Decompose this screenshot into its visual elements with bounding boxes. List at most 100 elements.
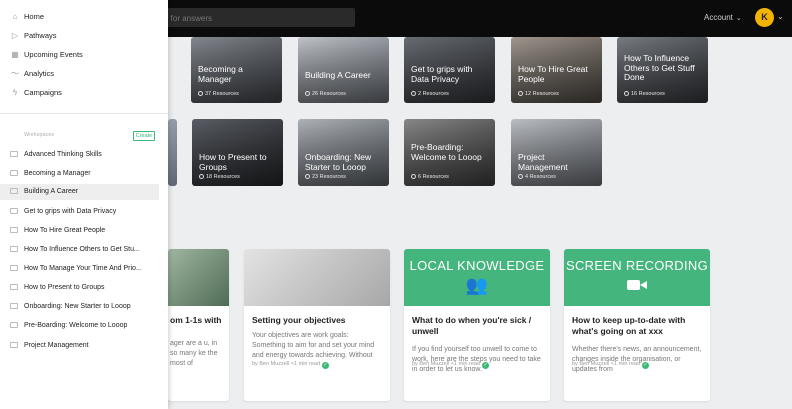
workspace-icon bbox=[10, 208, 18, 214]
article-card[interactable]: Setting your objectives Your objectives … bbox=[244, 249, 390, 401]
workspace-icon bbox=[10, 227, 18, 233]
workspace-icon bbox=[10, 265, 18, 271]
chevron-down-icon[interactable]: ⌄ bbox=[777, 12, 784, 21]
card-title: What to do when you're sick / unwell bbox=[412, 315, 532, 336]
search-input[interactable] bbox=[150, 9, 355, 28]
users-icon: 👥 bbox=[465, 275, 489, 295]
chevron-down-icon: ⌄ bbox=[735, 15, 742, 22]
resources-icon bbox=[305, 174, 310, 179]
workspace-tile[interactable]: How To Hire Great People 12 Resources bbox=[511, 37, 602, 103]
avatar[interactable]: K bbox=[755, 8, 774, 27]
card-body: Your objectives are work goals: Somethin… bbox=[252, 332, 375, 359]
check-icon: ✓ bbox=[642, 362, 650, 369]
video-camera-icon bbox=[627, 278, 647, 292]
workspace-tile-partial[interactable] bbox=[168, 119, 177, 186]
card-title: Setting your objectives bbox=[252, 315, 346, 325]
tile-title: Pre-Boarding: Welcome to Looop bbox=[411, 142, 482, 162]
account-label: Account bbox=[704, 13, 733, 22]
workspace-tile[interactable]: How to Present to Groups 18 Resources bbox=[192, 119, 283, 186]
check-icon: ✓ bbox=[322, 362, 330, 369]
workspace-tile[interactable]: Project Management 4 Resources bbox=[511, 119, 602, 186]
workspace-item-active[interactable]: Building A Career bbox=[0, 184, 159, 200]
article-card[interactable]: SCREEN RECORDING How to keep up-to-date … bbox=[564, 249, 710, 401]
card-byline: by Ben Muzzell <1 min read ✓ bbox=[572, 361, 650, 369]
nav-item-home[interactable]: ⌂ Home bbox=[10, 10, 44, 24]
tile-meta: 37 Resources bbox=[198, 91, 239, 97]
card-body: If you find yourself too unwell to come … bbox=[412, 346, 541, 373]
workspace-icon bbox=[10, 246, 18, 252]
card-title: How to keep up-to-date with what's going… bbox=[572, 315, 686, 336]
card-header-title: LOCAL KNOWLEDGE bbox=[409, 258, 545, 273]
tile-title: Building A Career bbox=[305, 70, 371, 80]
nav-item-campaigns[interactable]: ϟ Campaigns bbox=[10, 86, 62, 100]
check-icon: ✓ bbox=[482, 362, 490, 369]
nav-item-pathways[interactable]: ▷ Pathways bbox=[10, 29, 57, 43]
workspace-tile[interactable]: Becoming a Manager 37 Resources bbox=[191, 37, 282, 103]
tile-title: How To Hire Great People bbox=[518, 64, 588, 84]
card-image bbox=[244, 249, 390, 306]
workspace-item[interactable]: How To Hire Great People bbox=[0, 223, 159, 239]
calendar-icon: ▦ bbox=[11, 50, 19, 59]
workspace-item[interactable]: Becoming a Manager bbox=[0, 166, 159, 182]
resources-icon bbox=[305, 91, 310, 96]
card-header-title: SCREEN RECORDING bbox=[565, 258, 709, 273]
resources-icon bbox=[518, 174, 523, 179]
sidebar: ⌂ Home ▷ Pathways ▦ Upcoming Events 〜 Analyt… bbox=[0, 0, 168, 409]
workspace-tile[interactable]: Pre-Boarding: Welcome to Looop 6 Resourc… bbox=[404, 119, 495, 186]
workspace-item[interactable]: Advanced Thinking Skills bbox=[0, 147, 159, 163]
tile-meta: 16 Resources bbox=[624, 91, 665, 97]
resources-icon bbox=[411, 91, 416, 96]
tile-title: Get to grips with Data Privacy bbox=[411, 64, 473, 84]
play-icon: ▷ bbox=[11, 31, 19, 40]
tile-meta: 2 Resources bbox=[411, 91, 449, 97]
workspace-tile[interactable]: Onboarding: New Starter to Looop 23 Reso… bbox=[298, 119, 389, 186]
card-header: SCREEN RECORDING bbox=[564, 249, 710, 306]
workspace-icon bbox=[10, 342, 18, 348]
search-box[interactable] bbox=[150, 8, 355, 28]
tile-meta: 12 Resources bbox=[518, 91, 559, 97]
nav-item-upcoming-events[interactable]: ▦ Upcoming Events bbox=[10, 48, 83, 62]
tile-title: Onboarding: New Starter to Looop bbox=[305, 152, 372, 172]
lightning-icon: ϟ bbox=[12, 88, 18, 97]
create-workspace-button[interactable]: Create bbox=[133, 131, 155, 141]
workspace-tile[interactable]: How To Influence Others to Get Stuff Don… bbox=[617, 37, 708, 103]
workspace-icon bbox=[10, 151, 18, 157]
tile-title: Becoming a Manager bbox=[198, 64, 243, 84]
chart-icon: 〜 bbox=[11, 69, 19, 78]
workspace-tile[interactable]: Get to grips with Data Privacy 2 Resourc… bbox=[404, 37, 495, 103]
workspace-icon bbox=[10, 188, 18, 194]
card-header: LOCAL KNOWLEDGE 👥 bbox=[404, 249, 550, 306]
article-card[interactable]: LOCAL KNOWLEDGE 👥 What to do when you're… bbox=[404, 249, 550, 401]
card-byline: by Ben Muzzell <1 min read ✓ bbox=[412, 361, 490, 369]
workspace-item[interactable]: Pre-Boarding: Welcome to Looop bbox=[0, 318, 159, 334]
workspace-item[interactable]: How To Manage Your Time And Prio... bbox=[0, 261, 159, 277]
card-body: Whether there's news, an announcement, c… bbox=[572, 346, 702, 373]
workspace-item[interactable]: How to Present to Groups bbox=[0, 280, 159, 296]
tile-meta: 23 Resources bbox=[305, 174, 346, 180]
workspace-icon bbox=[10, 322, 18, 328]
tile-meta: 6 Resources bbox=[411, 174, 449, 180]
card-image bbox=[168, 249, 229, 306]
account-menu[interactable]: Account ⌄ bbox=[704, 13, 742, 22]
workspace-item[interactable]: Onboarding: New Starter to Looop bbox=[0, 299, 159, 315]
workspaces-label: Workspaces bbox=[24, 132, 55, 138]
workspace-icon bbox=[10, 170, 18, 176]
workspace-tile[interactable]: Building A Career 26 Resources bbox=[298, 37, 389, 103]
card-byline: by Ben Muzzell <1 min read ✓ bbox=[252, 361, 330, 369]
workspace-item[interactable]: How To Influence Others to Get Stu... bbox=[0, 242, 159, 258]
workspace-item[interactable]: Project Management bbox=[0, 338, 159, 354]
home-icon: ⌂ bbox=[12, 12, 18, 21]
tile-meta: 18 Resources bbox=[199, 174, 240, 180]
workspace-icon bbox=[10, 303, 18, 309]
tile-meta: 4 Resources bbox=[518, 174, 556, 180]
resources-icon bbox=[199, 174, 204, 179]
workspace-item[interactable]: Get to grips with Data Privacy bbox=[0, 204, 159, 220]
tile-title: How to Present to Groups bbox=[199, 152, 267, 172]
tile-meta: 26 Resources bbox=[305, 91, 346, 97]
nav-item-analytics[interactable]: 〜 Analytics bbox=[10, 67, 54, 81]
card-body: ager are a u, in so many ke the most of bbox=[170, 340, 218, 367]
resources-icon bbox=[518, 91, 523, 96]
article-card[interactable]: om 1-1s with ager are a u, in so many ke… bbox=[168, 249, 229, 401]
card-title: om 1-1s with bbox=[170, 315, 222, 325]
tile-title: How To Influence Others to Get Stuff Don… bbox=[624, 53, 695, 82]
